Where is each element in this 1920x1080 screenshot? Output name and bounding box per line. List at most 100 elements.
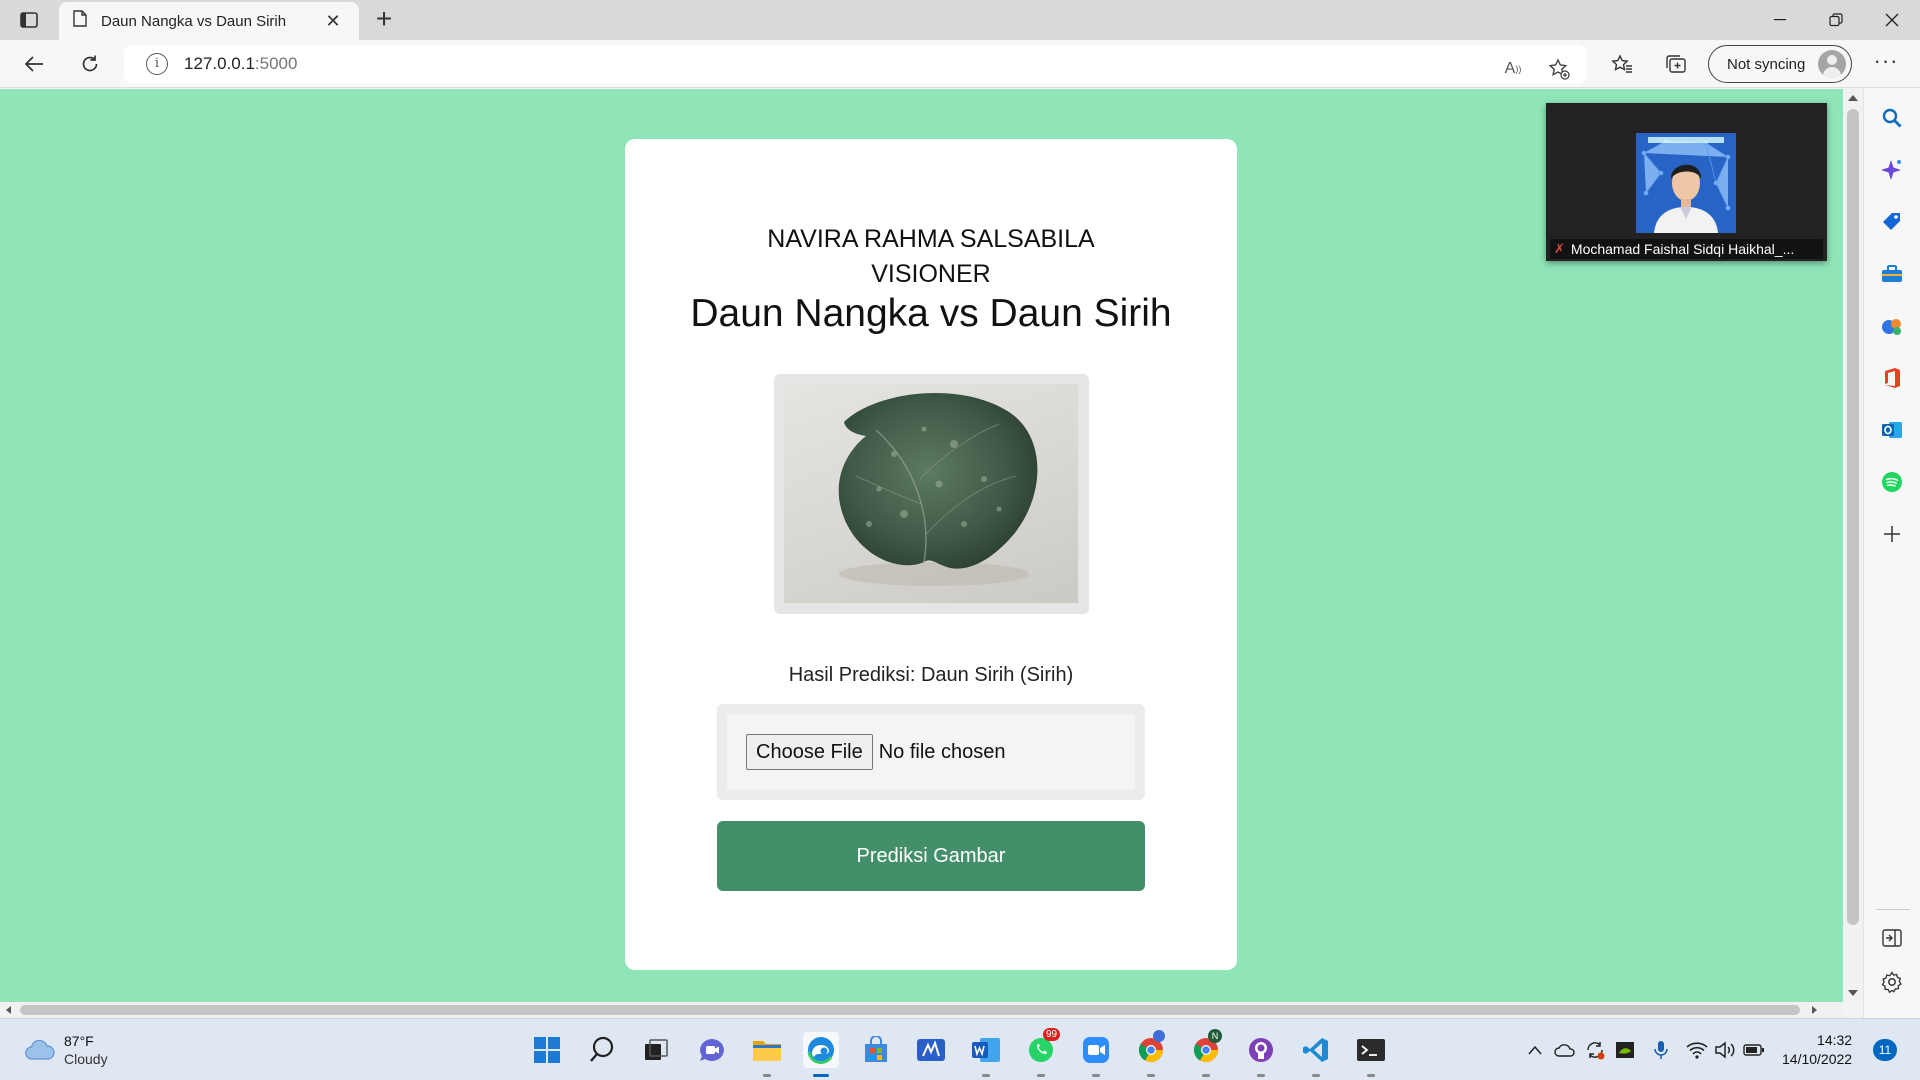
- horizontal-scroll-thumb[interactable]: [20, 1005, 1800, 1015]
- sync-icon[interactable]: [1584, 1039, 1606, 1061]
- start-button[interactable]: [529, 1032, 565, 1068]
- profile-sync-button[interactable]: Not syncing: [1708, 45, 1852, 83]
- taskbar-whatsapp[interactable]: 99: [1023, 1028, 1061, 1077]
- choose-file-button[interactable]: Choose File: [746, 734, 873, 770]
- vscode-icon: [1303, 1038, 1328, 1062]
- file-input[interactable]: Choose File No file chosen: [727, 714, 1135, 790]
- back-button[interactable]: [16, 48, 52, 80]
- clock-date: 14/10/2022: [1782, 1051, 1853, 1067]
- participant-avatar: [1636, 133, 1736, 233]
- taskbar-github[interactable]: [1243, 1032, 1279, 1077]
- restore-icon: [1829, 13, 1843, 27]
- task-view-button[interactable]: [638, 1032, 674, 1068]
- more-options-button[interactable]: ···: [1868, 48, 1904, 80]
- taskbar-edge[interactable]: [803, 1032, 839, 1077]
- store-icon: [865, 1036, 887, 1062]
- image-preview-frame: [774, 374, 1089, 614]
- system-clock[interactable]: 14:32 14/10/2022: [1782, 1031, 1852, 1069]
- chevron-up-icon[interactable]: [1524, 1039, 1546, 1061]
- prediction-result: Hasil Prediksi: Daun Sirih (Sirih): [788, 664, 1074, 686]
- microphone-icon[interactable]: [1650, 1039, 1672, 1061]
- vertical-scroll-thumb[interactable]: [1847, 109, 1859, 925]
- zoom-icon: [1083, 1037, 1109, 1063]
- scroll-up-icon[interactable]: [1848, 95, 1858, 101]
- sync-label: Not syncing: [1727, 55, 1806, 73]
- spotify-icon[interactable]: [1879, 469, 1905, 495]
- page-title: Daun Nangka vs Daun Sirih: [690, 292, 1172, 335]
- nvidia-icon[interactable]: [1614, 1039, 1636, 1061]
- team-name: VISIONER: [871, 260, 991, 288]
- read-aloud-icon[interactable]: A)): [1498, 54, 1528, 84]
- close-icon: [1885, 13, 1899, 27]
- scroll-left-icon[interactable]: [6, 1006, 11, 1014]
- shopping-tag-icon[interactable]: [1879, 209, 1905, 235]
- close-window-button[interactable]: [1864, 0, 1920, 40]
- hide-sidebar-icon[interactable]: [1879, 925, 1905, 951]
- discover-icon[interactable]: [1879, 157, 1905, 183]
- edge-icon: [807, 1037, 834, 1064]
- notification-badge[interactable]: 11: [1873, 1039, 1897, 1061]
- taskbar-zoom[interactable]: [1078, 1032, 1114, 1077]
- taskbar-chrome-2[interactable]: N: [1188, 1029, 1224, 1077]
- favorites-button[interactable]: [1604, 48, 1640, 80]
- onedrive-icon[interactable]: [1554, 1039, 1576, 1061]
- task-view-icon: [645, 1039, 668, 1060]
- restore-button[interactable]: [1808, 0, 1864, 40]
- taskbar-vscode[interactable]: [1298, 1032, 1334, 1077]
- battery-icon[interactable]: [1743, 1039, 1765, 1061]
- address-bar[interactable]: i 127.0.0.1:5000 A)): [124, 45, 1586, 83]
- games-icon[interactable]: [1879, 313, 1905, 339]
- folder-icon: [753, 1041, 781, 1061]
- github-icon: [1249, 1038, 1273, 1062]
- scroll-right-icon[interactable]: [1812, 1006, 1817, 1014]
- minimize-button[interactable]: [1752, 0, 1808, 40]
- vertical-scrollbar[interactable]: [1843, 89, 1863, 1002]
- whiteboard-icon: [917, 1039, 945, 1061]
- clock-time: 14:32: [1817, 1032, 1853, 1048]
- office-icon[interactable]: [1879, 365, 1905, 391]
- taskbar-store[interactable]: [858, 1032, 894, 1068]
- address-url: 127.0.0.1:5000: [184, 54, 298, 73]
- taskbar-whiteboard[interactable]: [913, 1032, 949, 1068]
- tab-actions-icon[interactable]: [14, 8, 44, 32]
- tools-icon[interactable]: [1879, 261, 1905, 287]
- predict-button[interactable]: Prediksi Gambar: [717, 821, 1145, 891]
- terminal-icon: [1357, 1039, 1385, 1061]
- favorites-icon: [1611, 54, 1632, 73]
- wifi-icon[interactable]: [1686, 1039, 1708, 1061]
- sidebar-divider: [1876, 909, 1910, 910]
- collections-button[interactable]: [1658, 48, 1694, 80]
- weather-condition: Cloudy: [64, 1051, 108, 1067]
- leaf-photo: [784, 384, 1078, 603]
- taskbar-word[interactable]: [968, 1032, 1004, 1077]
- refresh-button[interactable]: [72, 48, 108, 80]
- page-viewport: NAVIRA RAHMA SALSABILA VISIONER Daun Nan…: [0, 89, 1843, 1002]
- weather-widget[interactable]: 87°F Cloudy: [24, 1032, 108, 1068]
- chrome-profile-badge: N: [1208, 1029, 1222, 1043]
- file-status: No file chosen: [878, 740, 1006, 763]
- gear-icon[interactable]: [1879, 969, 1905, 995]
- volume-icon[interactable]: [1714, 1039, 1736, 1061]
- page-icon: [73, 10, 87, 32]
- add-icon[interactable]: [1879, 521, 1905, 547]
- outlook-icon[interactable]: [1879, 417, 1905, 443]
- search-icon[interactable]: [1879, 105, 1905, 131]
- info-icon[interactable]: i: [146, 53, 168, 75]
- weather-temperature: 87°F: [64, 1033, 94, 1049]
- scroll-down-icon[interactable]: [1848, 990, 1858, 996]
- horizontal-scrollbar[interactable]: [0, 1002, 1843, 1018]
- minimize-icon: [1774, 19, 1786, 21]
- new-tab-button[interactable]: +: [368, 4, 400, 36]
- browser-tab[interactable]: Daun Nangka vs Daun Sirih ✕: [59, 2, 359, 40]
- close-tab-icon[interactable]: ✕: [321, 11, 345, 32]
- add-favorite-icon[interactable]: [1544, 54, 1574, 84]
- video-call-overlay[interactable]: ✗ Mochamad Faishal Sidqi Haikhal_...: [1546, 103, 1827, 261]
- search-icon: [590, 1036, 614, 1062]
- avatar: [1818, 50, 1846, 78]
- taskbar-chrome-1[interactable]: [1133, 1030, 1169, 1077]
- taskbar-chat[interactable]: [694, 1032, 730, 1068]
- taskbar-search-button[interactable]: [584, 1032, 620, 1068]
- taskbar-file-explorer[interactable]: [749, 1032, 785, 1077]
- taskbar-terminal[interactable]: [1353, 1032, 1389, 1077]
- refresh-icon: [82, 55, 98, 72]
